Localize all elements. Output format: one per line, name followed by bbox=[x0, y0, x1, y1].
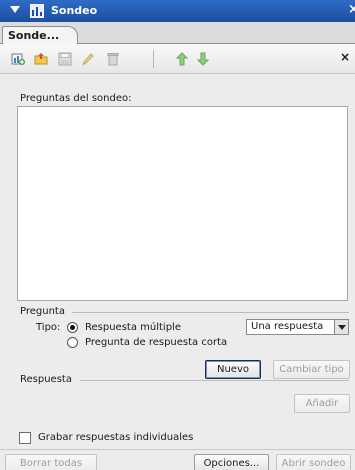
poll-editor-panel: Preguntas del sondeo: Pregunta Tipo: Res… bbox=[0, 74, 355, 470]
pod-title: Sondeo bbox=[51, 4, 98, 17]
respuesta-section-label: Respuesta bbox=[20, 374, 72, 385]
pod-titlebar: Sondeo × bbox=[0, 0, 355, 22]
answer-mode-value: Una respuesta bbox=[251, 321, 324, 332]
grabar-respuestas-label: Grabar respuestas individuales bbox=[38, 432, 194, 443]
cambiar-tipo-button[interactable]: Cambiar tipo bbox=[273, 360, 350, 379]
move-down-icon bbox=[196, 52, 210, 66]
radio-multiple-choice-label: Respuesta múltiple bbox=[85, 322, 181, 333]
toolbar: × bbox=[0, 44, 355, 74]
footer-divider bbox=[0, 449, 355, 450]
abrir-sondeo-button[interactable]: Abrir sondeo bbox=[276, 454, 351, 470]
answer-mode-select[interactable]: Una respuesta bbox=[246, 319, 349, 335]
edit-icon bbox=[81, 52, 95, 66]
borrar-todas-button[interactable]: Borrar todas bbox=[5, 454, 97, 470]
poll-pod-icon bbox=[29, 3, 45, 19]
pregunta-divider bbox=[72, 312, 349, 313]
questions-label: Preguntas del sondeo: bbox=[20, 93, 132, 104]
tab-close-icon[interactable]: × bbox=[340, 50, 350, 64]
close-icon[interactable]: × bbox=[348, 2, 355, 17]
import-icon[interactable] bbox=[34, 52, 48, 66]
nuevo-button[interactable]: Nuevo bbox=[205, 360, 261, 379]
opciones-button[interactable]: Opciones... bbox=[194, 454, 269, 470]
toolbar-separator bbox=[153, 50, 154, 68]
radio-short-answer[interactable] bbox=[67, 337, 78, 348]
delete-icon bbox=[106, 52, 120, 66]
chevron-down-icon[interactable] bbox=[334, 320, 348, 334]
save-icon bbox=[58, 52, 72, 66]
move-up-icon bbox=[175, 52, 189, 66]
tab-bar: Sonde... bbox=[0, 22, 355, 45]
anadir-button[interactable]: Añadir bbox=[294, 394, 350, 413]
tab-sondeo[interactable]: Sonde... bbox=[2, 26, 78, 45]
collapse-arrow-icon[interactable] bbox=[10, 6, 20, 13]
tipo-label: Tipo: bbox=[36, 322, 61, 333]
pregunta-section-label: Pregunta bbox=[20, 306, 65, 317]
add-question-icon[interactable] bbox=[11, 52, 25, 66]
radio-short-answer-label: Pregunta de respuesta corta bbox=[85, 337, 228, 348]
questions-list[interactable] bbox=[17, 106, 348, 301]
radio-multiple-choice[interactable] bbox=[67, 322, 78, 333]
respuesta-divider bbox=[80, 380, 349, 381]
grabar-respuestas-checkbox[interactable] bbox=[19, 432, 31, 444]
